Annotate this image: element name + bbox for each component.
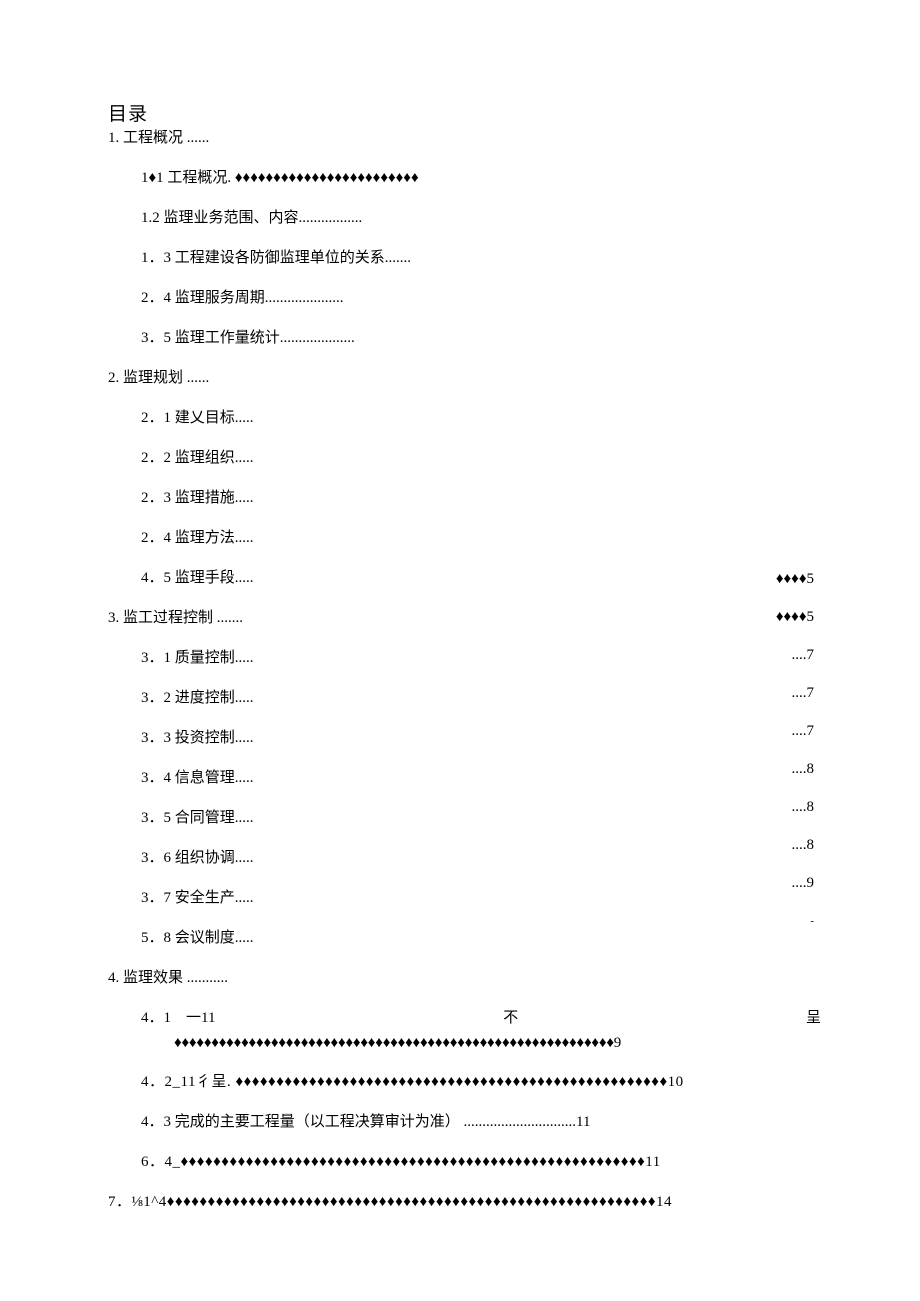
- section-7: 7．⅛1^4♦♦♦♦♦♦♦♦♦♦♦♦♦♦♦♦♦♦♦♦♦♦♦♦♦♦♦♦♦♦♦♦♦♦…: [108, 1190, 820, 1214]
- page-ref-8: ....8: [776, 826, 814, 864]
- item-1-2: 1.2 监理业务范围、内容.................: [141, 206, 820, 230]
- page-ref-5: ....7: [776, 712, 814, 750]
- item-4-1-c: 呈: [806, 1006, 821, 1030]
- document-page: 目录 1. 工程概况 ...... 1♦1 工程概况. ♦♦♦♦♦♦♦♦♦♦♦♦…: [0, 0, 920, 1301]
- item-4-5: 4．5 监理手段.....: [141, 566, 820, 590]
- item-3-1: 3．1 质量控制.....: [141, 646, 820, 670]
- section-2: 2. 监理规划 ......: [108, 366, 820, 390]
- item-2-3: 2．3 监理措施.....: [141, 486, 820, 510]
- item-1-1: 1♦1 工程概况. ♦♦♦♦♦♦♦♦♦♦♦♦♦♦♦♦♦♦♦♦♦♦♦♦: [141, 166, 820, 190]
- item-3-5b: 3．5 合同管理.....: [141, 806, 820, 830]
- page-ref-6: ....8: [776, 750, 814, 788]
- item-2-4a: 2．4 监理服务周期.....................: [141, 286, 820, 310]
- section-3: 3. 监工过程控制 .......: [108, 606, 820, 630]
- page-ref-1: ♦♦♦♦5: [776, 560, 814, 598]
- item-4-3: 4．3 完成的主要工程量（以工程决算审计为准） ................…: [141, 1110, 820, 1134]
- item-2-2: 2．2 监理组织.....: [141, 446, 820, 470]
- item-4-1-b: 不: [503, 1006, 518, 1030]
- item-1-3: 1．3 工程建设各防御监理单位的关系.......: [141, 246, 820, 270]
- item-4-1-line1: 4．1 一11 不 呈: [141, 1006, 821, 1030]
- item-6-4: 6．4_♦♦♦♦♦♦♦♦♦♦♦♦♦♦♦♦♦♦♦♦♦♦♦♦♦♦♦♦♦♦♦♦♦♦♦♦…: [141, 1150, 820, 1174]
- item-2-4b: 2．4 监理方法.....: [141, 526, 820, 550]
- item-3-2: 3．2 进度控制.....: [141, 686, 820, 710]
- item-3-5a: 3．5 监理工作量统计....................: [141, 326, 820, 350]
- item-2-1: 2．1 建乂目标.....: [141, 406, 820, 430]
- item-4-2: 4．2_11彳呈. ♦♦♦♦♦♦♦♦♦♦♦♦♦♦♦♦♦♦♦♦♦♦♦♦♦♦♦♦♦♦…: [141, 1070, 820, 1094]
- section-4: 4. 监理效果 ...........: [108, 966, 820, 990]
- item-3-6: 3．6 组织协调.....: [141, 846, 820, 870]
- page-ref-4: ....7: [776, 674, 814, 712]
- item-3-4: 3．4 信息管理.....: [141, 766, 820, 790]
- section-1: 1. 工程概况 ......: [108, 126, 820, 150]
- item-3-7: 3．7 安全生产.....: [141, 886, 820, 910]
- page-ref-7: ....8: [776, 788, 814, 826]
- item-4-1-line2: ♦♦♦♦♦♦♦♦♦♦♦♦♦♦♦♦♦♦♦♦♦♦♦♦♦♦♦♦♦♦♦♦♦♦♦♦♦♦♦♦…: [141, 1032, 820, 1054]
- page-ref-9: ....9: [776, 864, 814, 902]
- page-ref-10: -: [776, 902, 814, 940]
- page-ref-2: ♦♦♦♦5: [776, 598, 814, 636]
- item-5-8: 5．8 会议制度.....: [141, 926, 820, 950]
- toc-title: 目录: [108, 104, 820, 125]
- page-number-column: ♦♦♦♦5 ♦♦♦♦5 ....7 ....7 ....7 ....8 ....…: [776, 560, 814, 940]
- item-4-1-a: 4．1 一11: [141, 1006, 215, 1030]
- page-ref-3: ....7: [776, 636, 814, 674]
- item-3-3: 3．3 投资控制.....: [141, 726, 820, 750]
